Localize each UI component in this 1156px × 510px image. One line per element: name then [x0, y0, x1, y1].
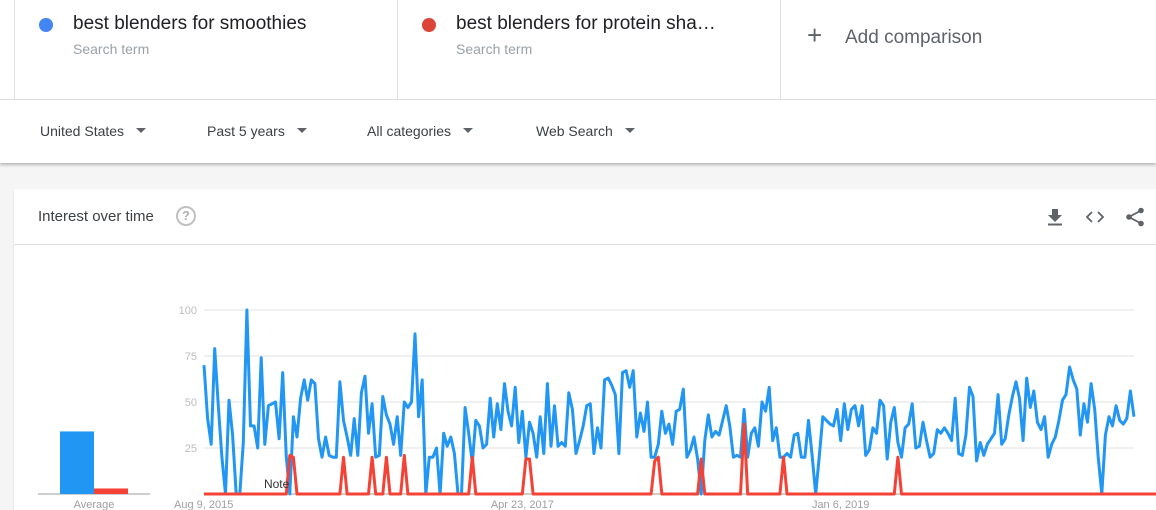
- add-comparison-label: Add comparison: [845, 27, 983, 48]
- term-2-name: best blenders for protein sha…: [456, 13, 716, 34]
- filter-time-label: Past 5 years: [207, 123, 285, 139]
- filter-region-label: United States: [40, 123, 125, 139]
- filter-category-dropdown[interactable]: All categories: [367, 123, 474, 139]
- chevron-down-icon: [463, 127, 474, 133]
- term-1-name: best blenders for smoothies: [73, 13, 307, 34]
- chevron-down-icon: [296, 127, 307, 133]
- download-icon[interactable]: [1044, 206, 1066, 228]
- term-2-subtitle: Search term: [456, 41, 533, 57]
- search-terms-bar: best blenders for smoothies Search term …: [0, 0, 1156, 100]
- term-1-subtitle: Search term: [73, 41, 150, 57]
- chevron-down-icon: [136, 127, 147, 133]
- filter-bar: United States Past 5 years All categorie…: [0, 100, 1156, 163]
- embed-code-icon[interactable]: [1084, 206, 1106, 228]
- term-1-color-dot: [39, 18, 53, 32]
- filter-search-type-dropdown[interactable]: Web Search: [536, 123, 635, 139]
- filter-search-type-label: Web Search: [536, 123, 613, 139]
- share-icon[interactable]: [1124, 206, 1146, 228]
- plus-icon: +: [807, 20, 823, 50]
- chevron-down-icon: [624, 127, 635, 133]
- term-2-color-dot: [422, 18, 436, 32]
- filter-region-dropdown[interactable]: United States: [40, 123, 147, 139]
- filter-time-dropdown[interactable]: Past 5 years: [207, 123, 307, 139]
- search-term-2[interactable]: best blenders for protein sha… Search te…: [397, 0, 780, 99]
- search-term-1[interactable]: best blenders for smoothies Search term: [14, 0, 397, 99]
- interest-over-time-card: Interest over time ?: [14, 189, 1156, 510]
- add-comparison-button[interactable]: + Add comparison: [780, 0, 1156, 99]
- help-icon[interactable]: ?: [176, 206, 196, 226]
- filter-category-label: All categories: [367, 123, 452, 139]
- card-header: Interest over time ?: [14, 189, 1156, 245]
- card-title: Interest over time: [38, 208, 154, 225]
